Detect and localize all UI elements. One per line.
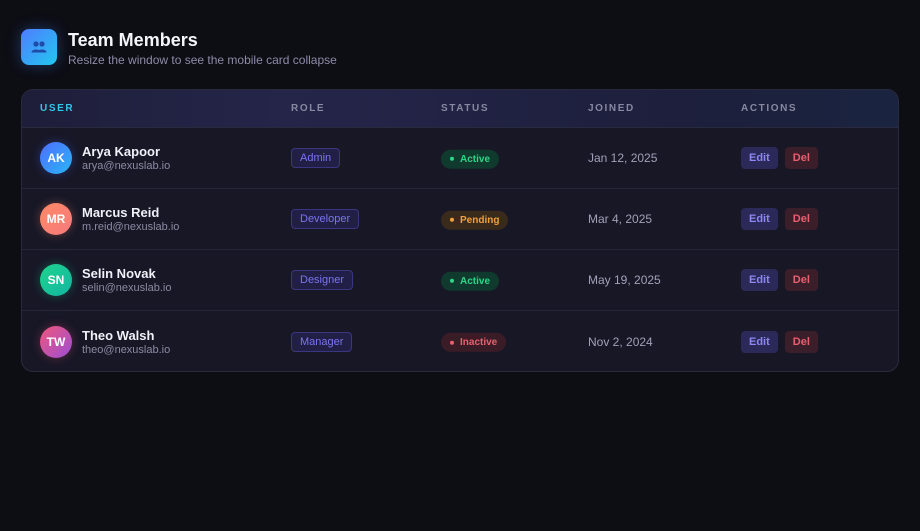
- status-badge: Pending: [441, 210, 509, 230]
- table-row: AK Arya Kapoor arya@nexuslab.io Admin Ac…: [22, 128, 898, 189]
- row-actions: Edit Del: [741, 147, 818, 169]
- column-header-user[interactable]: USER: [40, 103, 74, 114]
- delete-button[interactable]: Del: [784, 147, 818, 169]
- row-actions: Edit Del: [741, 269, 818, 291]
- user-cell: SN Selin Novak selin@nexuslab.io: [40, 264, 171, 296]
- page-header: Team Members Resize the window to see th…: [21, 29, 337, 67]
- role-badge: Admin: [291, 148, 341, 168]
- role-cell: Developer: [291, 209, 360, 229]
- avatar: SN: [40, 264, 72, 296]
- avatar: MR: [40, 203, 72, 235]
- user-email: selin@nexuslab.io: [82, 282, 172, 294]
- status-label: Pending: [460, 214, 500, 226]
- user-cell: MR Marcus Reid m.reid@nexuslab.io: [40, 203, 179, 235]
- status-label: Inactive: [460, 336, 498, 348]
- role-cell: Manager: [291, 331, 353, 352]
- status-label: Active: [460, 153, 491, 165]
- user-cell: AK Arya Kapoor arya@nexuslab.io: [40, 142, 170, 174]
- user-name: Selin Novak: [82, 266, 156, 281]
- table-row: MR Marcus Reid m.reid@nexuslab.io Develo…: [22, 189, 898, 250]
- row-actions: Edit Del: [741, 330, 818, 353]
- user-name: Arya Kapoor: [82, 144, 161, 159]
- status-cell: Active: [441, 270, 500, 291]
- role-cell: Designer: [291, 270, 354, 290]
- members-table: USER ROLE STATUS JOINED ACTIONS AK Arya …: [21, 89, 899, 372]
- page-title: Team Members: [68, 30, 198, 50]
- user-cell: TW Theo Walsh theo@nexuslab.io: [40, 325, 171, 358]
- role-cell: Admin: [291, 148, 341, 168]
- role-badge: Developer: [291, 209, 360, 229]
- status-badge: Inactive: [441, 332, 507, 352]
- user-email: arya@nexuslab.io: [82, 160, 171, 172]
- user-name: Theo Walsh: [82, 327, 155, 343]
- delete-button[interactable]: Del: [784, 269, 818, 291]
- status-badge: Active: [441, 149, 500, 169]
- status-cell: Pending: [441, 209, 509, 230]
- table-header: USER ROLE STATUS JOINED ACTIONS: [22, 90, 898, 128]
- column-header-status[interactable]: STATUS: [441, 103, 489, 114]
- edit-button[interactable]: Edit: [741, 269, 778, 291]
- joined-date: Jan 12, 2025: [588, 151, 658, 165]
- table-row: SN Selin Novak selin@nexuslab.io Designe…: [22, 250, 898, 311]
- row-actions: Edit Del: [741, 208, 818, 230]
- status-dot-icon: [450, 278, 454, 283]
- status-label: Active: [460, 275, 491, 287]
- delete-button[interactable]: Del: [784, 330, 818, 353]
- column-header-actions: ACTIONS: [741, 103, 798, 114]
- status-cell: Inactive: [441, 331, 507, 352]
- joined-date: May 19, 2025: [588, 273, 661, 287]
- avatar: TW: [40, 325, 72, 358]
- avatar: AK: [40, 142, 72, 174]
- user-email: m.reid@nexuslab.io: [82, 221, 180, 233]
- users-icon: [21, 29, 57, 65]
- table-body: AK Arya Kapoor arya@nexuslab.io Admin Ac…: [22, 128, 898, 371]
- role-badge: Designer: [291, 270, 354, 290]
- delete-button[interactable]: Del: [784, 208, 818, 230]
- page-subtitle: Resize the window to see the mobile card…: [68, 53, 337, 67]
- role-badge: Manager: [291, 331, 353, 352]
- status-dot-icon: [450, 217, 454, 222]
- joined-date: Nov 2, 2024: [588, 334, 653, 349]
- column-header-role[interactable]: ROLE: [291, 103, 325, 114]
- column-header-joined[interactable]: JOINED: [588, 103, 635, 114]
- user-email: theo@nexuslab.io: [82, 343, 171, 356]
- joined-date: Mar 4, 2025: [588, 212, 653, 226]
- user-name: Marcus Reid: [82, 205, 160, 220]
- edit-button[interactable]: Edit: [741, 330, 778, 353]
- edit-button[interactable]: Edit: [741, 208, 778, 230]
- status-cell: Active: [441, 148, 500, 169]
- status-dot-icon: [450, 340, 454, 345]
- status-dot-icon: [450, 156, 454, 161]
- table-row: TW Theo Walsh theo@nexuslab.io Manager I…: [22, 311, 898, 371]
- edit-button[interactable]: Edit: [741, 147, 778, 169]
- status-badge: Active: [441, 271, 500, 291]
